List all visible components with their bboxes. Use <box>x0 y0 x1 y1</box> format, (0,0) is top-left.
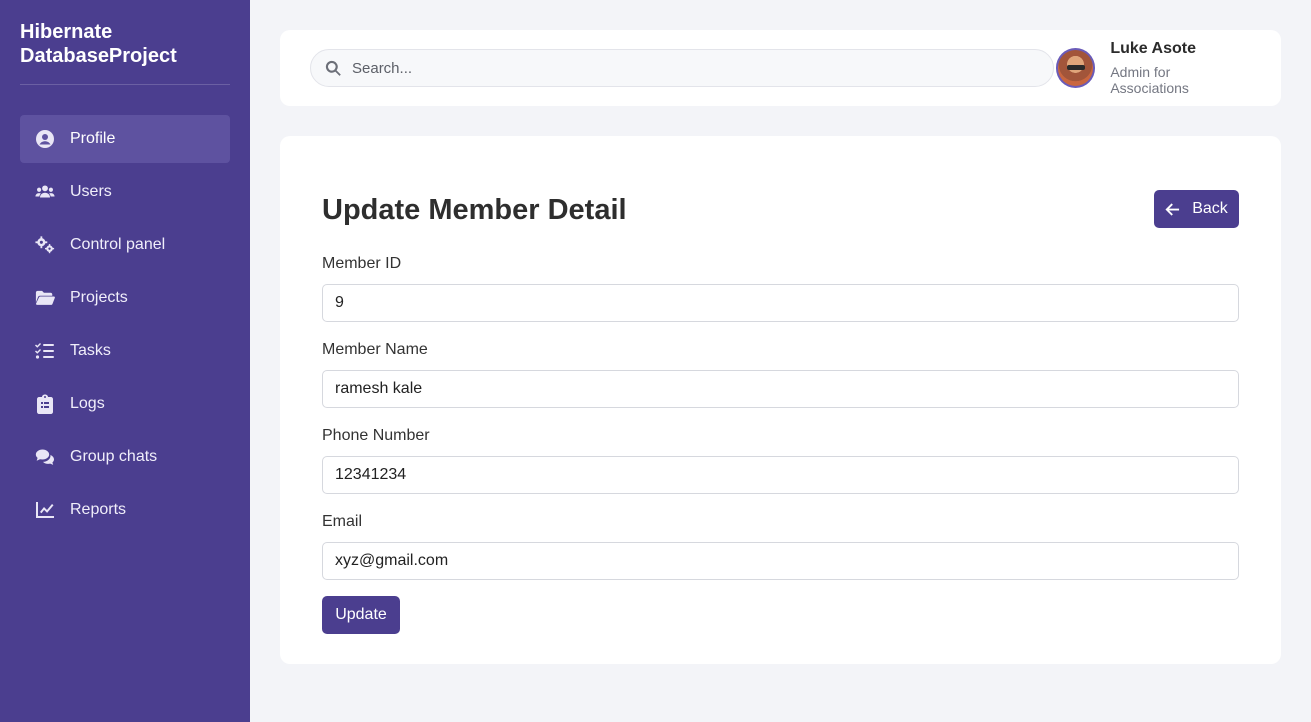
sidebar-item-label: Control panel <box>70 236 166 253</box>
page-title: Update Member Detail <box>322 194 627 226</box>
sidebar-item-control-panel[interactable]: Control panel <box>20 221 230 269</box>
back-button[interactable]: Back <box>1154 190 1239 228</box>
user-circle-icon <box>34 128 56 150</box>
user-role: Admin for Associations <box>1110 64 1189 96</box>
phone-number-label: Phone Number <box>322 427 430 444</box>
member-id-label: Member ID <box>322 255 402 272</box>
search-input[interactable] <box>352 59 1032 77</box>
sidebar: Hibernate DatabaseProject Profile Users … <box>0 0 250 722</box>
gears-icon <box>34 234 56 256</box>
sidebar-item-reports[interactable]: Reports <box>20 486 230 534</box>
member-name-label: Member Name <box>322 341 428 358</box>
sidebar-item-label: Group chats <box>70 448 158 465</box>
arrow-left-icon <box>1165 202 1180 216</box>
sidebar-item-users[interactable]: Users <box>20 168 230 216</box>
brand-title: Hibernate DatabaseProject <box>20 20 230 85</box>
sidebar-item-label: Logs <box>70 395 105 412</box>
top-bar: Luke Asote Admin for Associations <box>280 30 1281 106</box>
sidebar-item-profile[interactable]: Profile <box>20 115 230 163</box>
sidebar-item-label: Reports <box>70 501 127 518</box>
list-check-icon <box>34 340 56 362</box>
sidebar-item-projects[interactable]: Projects <box>20 274 230 322</box>
user-profile[interactable]: Luke Asote Admin for Associations <box>1055 40 1251 96</box>
search-box[interactable] <box>310 49 1054 87</box>
update-button[interactable]: Update <box>322 596 400 634</box>
user-name: Luke Asote <box>1110 40 1196 57</box>
phone-number-field[interactable] <box>322 456 1239 494</box>
comments-icon <box>34 446 56 468</box>
email-field[interactable] <box>322 542 1239 580</box>
sidebar-item-tasks[interactable]: Tasks <box>20 327 230 375</box>
back-button-label: Back <box>1192 200 1228 217</box>
clipboard-icon <box>34 393 56 415</box>
folder-open-icon <box>34 287 56 309</box>
sidebar-item-label: Tasks <box>70 342 111 359</box>
sidebar-item-logs[interactable]: Logs <box>20 380 230 428</box>
sidebar-item-group-chats[interactable]: Group chats <box>20 433 230 481</box>
sidebar-item-label: Projects <box>70 289 128 306</box>
email-label: Email <box>322 513 363 530</box>
avatar[interactable] <box>1055 48 1096 88</box>
users-icon <box>34 181 56 203</box>
chart-line-icon <box>34 499 56 521</box>
member-name-field[interactable] <box>322 370 1239 408</box>
member-id-field[interactable] <box>322 284 1239 322</box>
member-form-card: Update Member Detail Back Member ID Memb… <box>280 136 1281 664</box>
sidebar-item-label: Users <box>70 183 112 200</box>
sidebar-item-label: Profile <box>70 130 116 147</box>
search-icon <box>325 60 341 76</box>
